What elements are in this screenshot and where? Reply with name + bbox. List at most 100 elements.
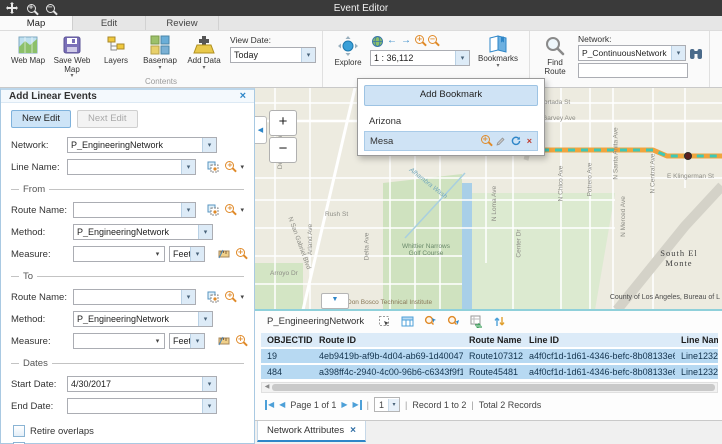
open-table-icon[interactable] xyxy=(401,315,414,328)
add-bookmark-button[interactable]: Add Bookmark xyxy=(364,85,538,106)
previous-page-icon[interactable]: ◀ xyxy=(279,400,285,410)
next-extent-icon[interactable]: → xyxy=(401,35,411,47)
first-page-icon[interactable]: ◀ xyxy=(265,400,274,410)
collapse-table-arrow[interactable]: ▼ xyxy=(321,293,349,309)
zoom-in-tool-icon[interactable] xyxy=(23,1,39,15)
pan-tool-icon[interactable] xyxy=(4,1,20,15)
panel-close-icon[interactable]: × xyxy=(240,90,246,102)
view-date-select[interactable]: Today ▾ xyxy=(230,47,316,63)
table-cell[interactable]: a398ff4c-2940-4c00-96b6-c6343f9f1711 xyxy=(313,365,463,381)
clear-selection-icon[interactable] xyxy=(470,315,483,328)
map-zoom-out-icon[interactable] xyxy=(428,35,437,47)
map-zoom-out-button[interactable]: − xyxy=(269,137,297,163)
map-zoom-in-button[interactable]: + xyxy=(269,110,297,136)
close-tab-icon[interactable]: × xyxy=(350,425,356,436)
zoom-out-tool-icon[interactable] xyxy=(42,1,58,15)
to-measure-unit-select[interactable]: Feet ▾ xyxy=(169,333,205,349)
previous-extent-icon[interactable]: ← xyxy=(387,35,397,47)
column-header[interactable]: Line Name xyxy=(675,333,718,349)
map-scale-select[interactable]: 1 : 36,112 ▾ xyxy=(370,50,470,66)
find-route-input[interactable] xyxy=(578,63,688,78)
from-method-select[interactable]: P_EngineeringNetwork ▾ xyxy=(73,224,213,240)
zoom-to-route-icon[interactable] xyxy=(225,291,234,303)
zoom-to-selected-icon[interactable] xyxy=(424,315,437,328)
pan-to-selected-icon[interactable] xyxy=(447,315,460,328)
table-cell[interactable]: Line12320 xyxy=(675,365,718,381)
line-name-select[interactable]: ▾ xyxy=(67,159,196,175)
group-label-identify: Identify xyxy=(710,77,722,87)
table-cell[interactable]: 19 xyxy=(261,349,313,365)
zoom-menu-caret-icon[interactable]: ▾ xyxy=(240,206,244,214)
column-header[interactable]: OBJECTID xyxy=(261,333,313,349)
to-route-name-select[interactable]: ▾ xyxy=(73,289,196,305)
zoom-menu-caret-icon[interactable]: ▾ xyxy=(240,293,244,301)
table-cell[interactable]: 4eb9419b-af9b-4d04-ab69-1d400476802b xyxy=(313,349,463,365)
bookmark-item-mesa[interactable]: Mesa × xyxy=(364,131,538,151)
globe-icon[interactable] xyxy=(372,36,383,47)
explore-button[interactable]: Explore xyxy=(330,35,366,68)
remove-bookmark-icon[interactable]: × xyxy=(527,136,532,146)
bookmarks-button[interactable]: Bookmarks ▾ xyxy=(474,35,522,69)
new-edit-button[interactable]: New Edit xyxy=(11,110,71,128)
table-cell[interactable]: Route107312 xyxy=(463,349,523,365)
save-web-map-button[interactable]: Save Web Map ▾ xyxy=(51,35,93,79)
tab-edit[interactable]: Edit xyxy=(73,16,146,30)
table-horizontal-scrollbar[interactable]: ◀ xyxy=(261,382,718,393)
to-method-select[interactable]: P_EngineeringNetwork ▾ xyxy=(73,311,213,327)
chevron-down-icon: ▾ xyxy=(455,51,469,65)
tab-map[interactable]: Map xyxy=(0,16,73,30)
table-cell[interactable]: Route45481 xyxy=(463,365,523,381)
zoom-to-measure-icon[interactable] xyxy=(236,248,245,260)
select-features-icon[interactable] xyxy=(378,315,391,328)
next-page-icon[interactable]: ▶ xyxy=(341,400,347,410)
measure-on-map-icon[interactable] xyxy=(218,335,230,347)
identify-button[interactable]: Identify xyxy=(717,35,722,70)
to-measure-input[interactable]: ▾ xyxy=(73,333,165,349)
network-select[interactable]: P_EngineeringNetwork ▾ xyxy=(67,137,217,153)
column-header[interactable]: Line ID xyxy=(523,333,675,349)
navigate-controls: ← → 1 : 36,112 ▾ xyxy=(370,34,470,66)
table-cell[interactable]: a4f0cf1d-1d61-4346-befc-8b08133e681e xyxy=(523,349,675,365)
measure-on-map-icon[interactable] xyxy=(218,248,230,260)
sort-records-icon[interactable] xyxy=(493,315,506,328)
from-measure-input[interactable]: ▾ xyxy=(73,246,165,262)
start-date-select[interactable]: 4/30/2017 ▾ xyxy=(67,376,217,392)
retire-overlaps-option[interactable]: Retire overlaps xyxy=(13,425,244,437)
web-map-button[interactable]: Web Map xyxy=(7,35,49,66)
tab-review[interactable]: Review xyxy=(146,16,219,30)
refresh-bookmark-icon[interactable] xyxy=(511,136,521,146)
bookmark-item-arizona[interactable]: Arizona xyxy=(364,111,538,131)
basemap-button[interactable]: Basemap ▾ xyxy=(139,35,181,71)
collapse-panel-arrow[interactable]: ◀ xyxy=(255,116,267,144)
select-route-on-map-icon[interactable] xyxy=(207,204,219,216)
last-page-icon[interactable]: ▶ xyxy=(353,400,362,410)
select-line-on-map-icon[interactable] xyxy=(207,161,219,173)
layers-button[interactable]: Layers xyxy=(95,35,137,66)
from-route-name-select[interactable]: ▾ xyxy=(73,202,196,218)
add-data-button[interactable]: Add Data ▾ xyxy=(183,35,225,71)
table-cell[interactable]: a4f0cf1d-1d61-4346-befc-8b08133e681e xyxy=(523,365,675,381)
tab-network-attributes[interactable]: Network Attributes × xyxy=(257,421,366,442)
zoom-to-route-icon[interactable] xyxy=(225,204,234,216)
binoculars-icon[interactable] xyxy=(689,47,703,60)
find-route-network-select[interactable]: P_ContinuousNetwork ▾ xyxy=(578,45,686,61)
find-route-button[interactable]: Find Route xyxy=(537,35,573,76)
zoom-to-measure-icon[interactable] xyxy=(236,335,245,347)
retire-overlaps-checkbox[interactable] xyxy=(13,425,25,437)
next-edit-button[interactable]: Next Edit xyxy=(77,110,138,128)
column-header[interactable]: Route Name xyxy=(463,333,523,349)
page-size-select[interactable]: 1 ▾ xyxy=(374,397,400,412)
table-cell[interactable]: Line12320 xyxy=(675,349,718,365)
zoom-to-line-icon[interactable] xyxy=(225,161,234,173)
column-header[interactable]: Route ID xyxy=(313,333,463,349)
table-cell[interactable]: 484 xyxy=(261,365,313,381)
zoom-to-bookmark-icon[interactable] xyxy=(481,135,490,147)
scroll-left-icon[interactable]: ◀ xyxy=(262,383,272,391)
scrollbar-thumb[interactable] xyxy=(272,384,715,391)
edit-bookmark-icon[interactable] xyxy=(496,137,505,146)
zoom-menu-caret-icon[interactable]: ▾ xyxy=(240,163,244,171)
select-route-on-map-icon[interactable] xyxy=(207,291,219,303)
from-measure-unit-select[interactable]: Feet ▾ xyxy=(169,246,205,262)
map-zoom-in-icon[interactable] xyxy=(415,35,424,47)
end-date-select[interactable]: ▾ xyxy=(67,398,217,414)
